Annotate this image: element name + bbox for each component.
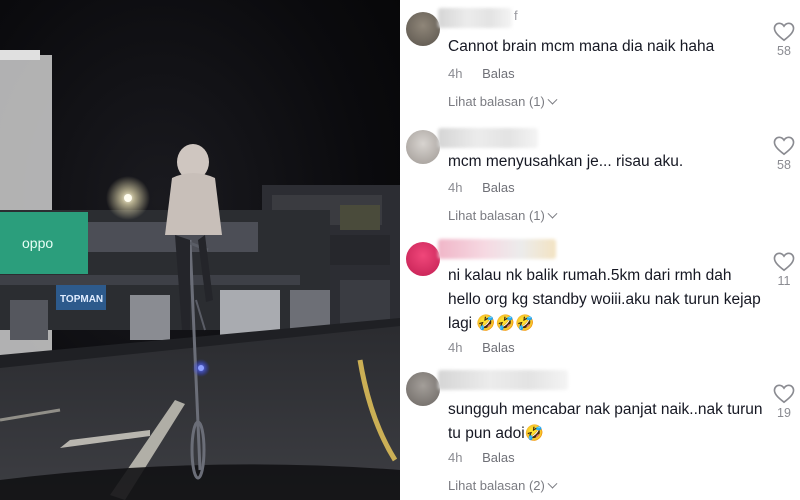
username-blurred[interactable]: [438, 239, 556, 259]
chevron-down-icon: [547, 208, 558, 219]
comment-meta: 4h Balas: [448, 340, 531, 355]
heart-outline-icon: [773, 136, 795, 156]
comment-text: ni kalau nk balik rumah.5km dari rmh dah…: [448, 267, 761, 332]
reply-button[interactable]: Balas: [482, 340, 515, 355]
comment-time: 4h: [448, 66, 463, 81]
like-count: 58: [777, 158, 791, 172]
like-button[interactable]: 11: [772, 252, 796, 288]
reply-button[interactable]: Balas: [482, 66, 515, 81]
view-replies-label: Lihat balasan (1): [448, 208, 545, 223]
view-replies-label: Lihat balasan (1): [448, 94, 545, 109]
comment-meta: 4h Balas: [448, 66, 531, 81]
svg-text:TOPMAN: TOPMAN: [60, 294, 103, 305]
avatar[interactable]: [406, 372, 440, 406]
comment-text: mcm menyusahkan je... risau aku.: [448, 153, 684, 170]
comments-panel: f Cannot brain mcm mana dia naik haha 4h…: [400, 0, 800, 500]
like-button[interactable]: 58: [772, 136, 796, 172]
video-frame[interactable]: oppo TOPMAN: [0, 0, 400, 500]
avatar[interactable]: [406, 242, 440, 276]
like-count: 19: [777, 406, 791, 420]
comment-time: 4h: [448, 340, 463, 355]
svg-text:oppo: oppo: [22, 235, 53, 251]
night-street-scene: oppo TOPMAN: [0, 50, 400, 500]
comment-text: sungguh mencabar nak panjat naik..nak tu…: [448, 401, 763, 442]
comment-time: 4h: [448, 450, 463, 465]
username-blurred[interactable]: [438, 128, 538, 148]
comment-meta: 4h Balas: [448, 450, 531, 465]
like-count: 11: [777, 274, 791, 288]
avatar[interactable]: [406, 130, 440, 164]
like-button[interactable]: 58: [772, 22, 796, 58]
username-fragment: f: [514, 8, 518, 23]
like-count: 58: [777, 44, 791, 58]
username-blurred[interactable]: [438, 8, 512, 28]
view-replies-label: Lihat balasan (2): [448, 478, 545, 493]
reply-button[interactable]: Balas: [482, 180, 515, 195]
view-replies-button[interactable]: Lihat balasan (1): [448, 208, 558, 223]
comment-time: 4h: [448, 180, 463, 195]
avatar[interactable]: [406, 12, 440, 46]
heart-outline-icon: [773, 22, 795, 42]
reply-button[interactable]: Balas: [482, 450, 515, 465]
comment-meta: 4h Balas: [448, 180, 531, 195]
chevron-down-icon: [547, 94, 558, 105]
chevron-down-icon: [547, 478, 558, 489]
username-blurred[interactable]: [438, 370, 568, 390]
comment-text: Cannot brain mcm mana dia naik haha: [448, 38, 715, 55]
heart-outline-icon: [773, 252, 795, 272]
like-button[interactable]: 19: [772, 384, 796, 420]
heart-outline-icon: [773, 384, 795, 404]
view-replies-button[interactable]: Lihat balasan (2): [448, 478, 558, 493]
view-replies-button[interactable]: Lihat balasan (1): [448, 94, 558, 109]
